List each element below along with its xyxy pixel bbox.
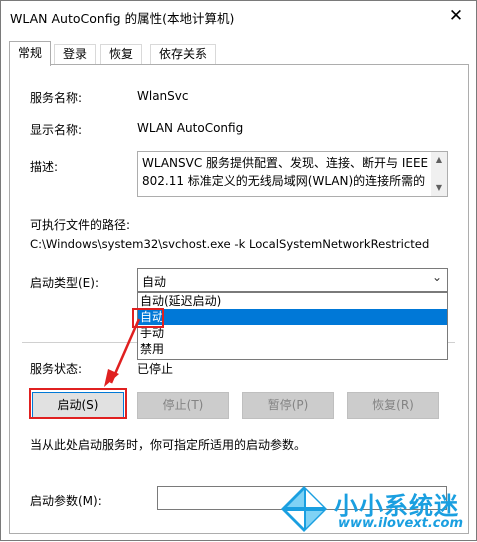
watermark-url: www.ilovext.com xyxy=(338,516,463,531)
title-bar: WLAN AutoConfig 的属性(本地计算机) ✕ xyxy=(1,1,476,32)
tab-dependencies[interactable]: 依存关系 xyxy=(150,44,217,65)
service-name-value: WlanSvc xyxy=(137,89,189,103)
close-button[interactable]: ✕ xyxy=(436,1,476,31)
startup-type-select[interactable]: 自动 ⌄ xyxy=(137,268,448,292)
service-status-label: 服务状态: xyxy=(30,362,83,376)
tab-logon[interactable]: 登录 xyxy=(54,44,97,65)
general-tab-panel: 服务名称: WlanSvc 显示名称: WLAN AutoConfig 描述: … xyxy=(9,64,469,534)
display-name-label: 显示名称: xyxy=(30,123,83,137)
windows-logo-icon xyxy=(281,486,327,532)
tab-strip: 常规 登录 恢复 依存关系 xyxy=(9,41,469,66)
description-box[interactable]: WLANSVC 服务提供配置、发现、连接、断开与 IEEE 802.11 标准定… xyxy=(137,151,448,197)
service-name-label: 服务名称: xyxy=(30,91,83,105)
startup-type-dropdown: 自动(延迟启动) 自动 手动 禁用 xyxy=(137,292,448,360)
pause-button[interactable]: 暂停(P) xyxy=(242,392,334,419)
description-text: WLANSVC 服务提供配置、发现、连接、断开与 IEEE 802.11 标准定… xyxy=(142,156,429,188)
description-scrollbar[interactable]: ▲ ▼ xyxy=(431,152,447,196)
stop-button[interactable]: 停止(T) xyxy=(137,392,229,419)
start-params-hint: 当从此处启动服务时，你可指定所适用的启动参数。 xyxy=(30,438,307,452)
chevron-down-icon: ⌄ xyxy=(431,270,442,284)
startup-option-disabled[interactable]: 禁用 xyxy=(138,341,447,357)
close-icon: ✕ xyxy=(448,6,464,26)
properties-dialog: WLAN AutoConfig 的属性(本地计算机) ✕ 常规 登录 恢复 依存… xyxy=(0,0,477,541)
startup-option-auto[interactable]: 自动 xyxy=(138,309,447,325)
tab-recovery[interactable]: 恢复 xyxy=(100,44,143,65)
site-watermark: 小小系统迷 www.ilovext.com xyxy=(278,484,470,534)
tab-general[interactable]: 常规 xyxy=(9,41,52,66)
startup-type-value: 自动 xyxy=(142,275,167,289)
scroll-up-icon[interactable]: ▲ xyxy=(431,152,447,168)
display-name-value: WLAN AutoConfig xyxy=(137,121,244,135)
exe-path-label: 可执行文件的路径: xyxy=(30,218,131,232)
scroll-down-icon[interactable]: ▼ xyxy=(431,180,447,196)
start-params-label: 启动参数(M): xyxy=(30,494,102,508)
startup-type-label: 启动类型(E): xyxy=(30,276,99,290)
description-label: 描述: xyxy=(30,160,59,174)
exe-path-value: C:\Windows\system32\svchost.exe -k Local… xyxy=(30,237,430,251)
startup-option-auto-delayed[interactable]: 自动(延迟启动) xyxy=(138,293,447,309)
service-status-value: 已停止 xyxy=(137,362,174,376)
window-title: WLAN AutoConfig 的属性(本地计算机) xyxy=(10,11,235,26)
resume-button[interactable]: 恢复(R) xyxy=(347,392,439,419)
startup-option-manual[interactable]: 手动 xyxy=(138,325,447,341)
start-button[interactable]: 启动(S) xyxy=(32,392,124,419)
